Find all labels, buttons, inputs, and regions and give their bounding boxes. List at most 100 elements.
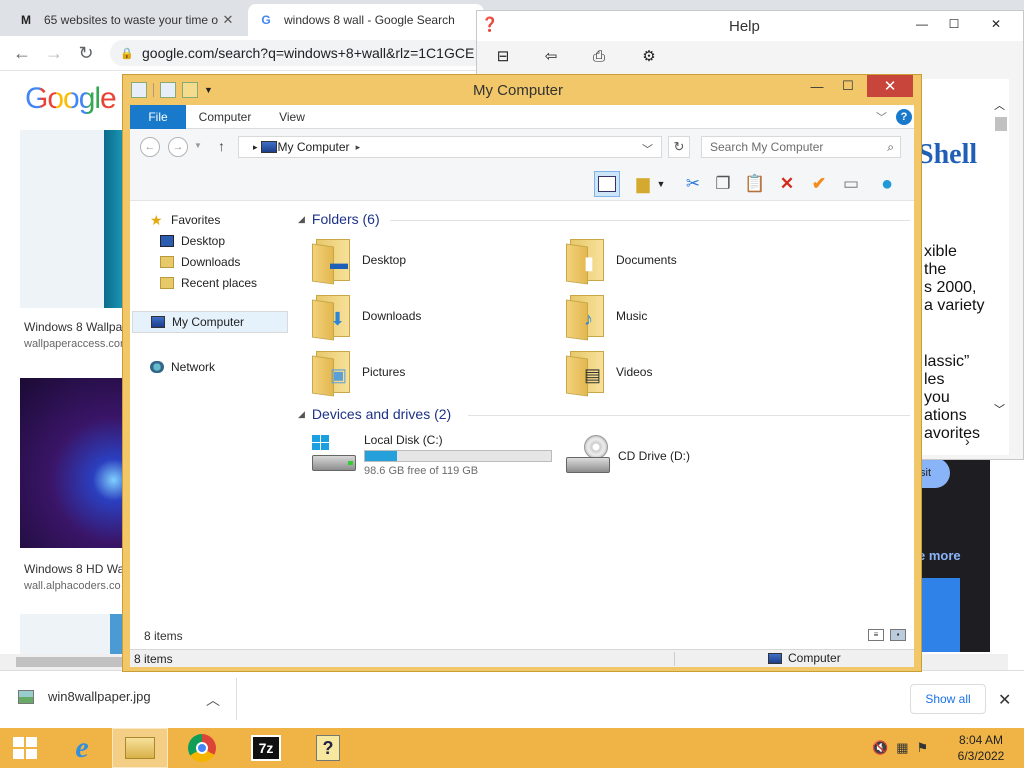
browser-tab-2[interactable]: G windows 8 wall - Google Search xyxy=(248,4,484,36)
nav-network[interactable]: Network xyxy=(150,360,215,374)
nav-favorites[interactable]: ★ Favorites xyxy=(150,213,220,227)
details-view-icon[interactable]: ≡ xyxy=(868,629,884,641)
address-bar[interactable]: 🔒 google.com/search?q=windows+8+wall&rlz… xyxy=(110,40,530,66)
collapse-icon[interactable]: ◢ xyxy=(298,409,305,420)
close-icon[interactable]: ✕ xyxy=(981,13,1011,35)
folder-videos[interactable]: ▤ Videos xyxy=(566,349,652,397)
download-item[interactable]: win8wallpaper.jpg xyxy=(18,689,151,704)
scroll-thumb[interactable] xyxy=(995,117,1007,131)
back-icon[interactable]: ← xyxy=(140,137,160,157)
properties-icon[interactable] xyxy=(160,82,176,98)
new-folder-icon[interactable] xyxy=(182,82,198,98)
start-button[interactable] xyxy=(0,728,50,768)
explorer-titlebar[interactable]: ▼ My Computer — ☐ ✕ xyxy=(123,75,921,105)
breadcrumb-arrow-icon[interactable]: ▸ xyxy=(356,142,361,153)
folder-music[interactable]: ♪ Music xyxy=(566,293,647,341)
checkmark-icon[interactable]: ✔ xyxy=(806,171,832,197)
back-arrow-icon[interactable]: ⇦ xyxy=(539,45,563,67)
close-tab-icon[interactable]: ✕ xyxy=(220,12,236,28)
taskbar-internet-explorer[interactable]: e xyxy=(54,728,110,768)
folder-pictures[interactable]: ▣ Pictures xyxy=(312,349,405,397)
drive-cd-d[interactable]: CD Drive (D:) xyxy=(564,435,690,477)
large-icons-view-icon[interactable]: ▪ xyxy=(890,629,906,641)
address-dropdown-icon[interactable]: ﹀ xyxy=(642,141,653,157)
cut-icon[interactable]: ✂ xyxy=(680,171,706,197)
tab-file[interactable]: File xyxy=(130,105,186,129)
network-icon[interactable]: ▦ xyxy=(896,740,908,756)
see-more-link[interactable]: e more xyxy=(918,548,961,563)
computer-icon[interactable] xyxy=(131,82,147,98)
recent-locations-icon[interactable]: ▼ xyxy=(194,141,202,150)
copy-icon[interactable]: ❐ xyxy=(710,171,736,197)
options-icon[interactable]: ⚙ xyxy=(637,45,661,67)
refresh-icon[interactable]: ↻ xyxy=(668,136,690,158)
folder-documents[interactable]: ▮ Documents xyxy=(566,237,677,285)
taskbar-clock[interactable]: 8:04 AM 6/3/2022 xyxy=(946,732,1016,764)
taskbar-file-explorer[interactable] xyxy=(112,728,168,768)
folders-group-header[interactable]: ◢ Folders (6) xyxy=(298,211,380,227)
scroll-right-icon[interactable]: › xyxy=(965,433,970,449)
google-logo[interactable]: Google xyxy=(25,82,117,116)
properties-folder-icon[interactable]: ▆ xyxy=(630,171,656,197)
nav-label: Recent places xyxy=(181,276,258,290)
paste-icon[interactable]: 📋 xyxy=(742,171,768,197)
taskbar: e 7z ? 🔇 ▦ ⚑ 8:04 AM 6/3/2022 xyxy=(0,728,1024,768)
folder-desktop[interactable]: ▬ Desktop xyxy=(312,237,406,285)
close-download-bar-icon[interactable]: ✕ xyxy=(998,690,1011,710)
tab-view[interactable]: View xyxy=(274,105,310,129)
expand-ribbon-icon[interactable]: ﹀ xyxy=(876,109,887,125)
show-all-button[interactable]: Show all xyxy=(910,684,986,714)
result-image[interactable] xyxy=(20,614,124,654)
hide-pane-icon[interactable]: ⊟ xyxy=(491,45,515,67)
folder-name: Documents xyxy=(616,253,677,267)
drive-local-disk-c[interactable]: Local Disk (C:) 98.6 GB free of 119 GB xyxy=(310,433,552,477)
taskbar-7zip[interactable]: 7z xyxy=(238,728,294,768)
maximize-icon[interactable]: ☐ xyxy=(939,13,969,35)
globe-icon[interactable]: ● xyxy=(874,171,900,197)
nav-my-computer[interactable]: My Computer xyxy=(132,311,288,333)
chevron-up-icon[interactable]: ︿ xyxy=(206,690,220,710)
taskbar-chrome[interactable] xyxy=(174,728,230,768)
minimize-icon[interactable]: — xyxy=(907,13,937,35)
nav-downloads[interactable]: Downloads xyxy=(160,255,240,269)
breadcrumb[interactable]: My Computer xyxy=(278,140,350,154)
taskbar-help[interactable]: ? xyxy=(300,728,356,768)
tab-computer[interactable]: Computer xyxy=(194,105,256,129)
up-arrow-icon[interactable]: ↑ xyxy=(218,138,225,154)
action-center-icon[interactable]: ⚑ xyxy=(916,740,928,756)
help-icon[interactable]: ? xyxy=(896,109,912,125)
search-input[interactable]: Search My Computer ⌕ xyxy=(701,136,901,158)
print-icon[interactable]: ⎙ xyxy=(587,45,611,67)
nav-desktop[interactable]: Desktop xyxy=(160,234,225,248)
help-scrollbar[interactable]: ︿ ﹀ xyxy=(991,79,1009,439)
delete-icon[interactable]: ✕ xyxy=(774,171,800,197)
lock-icon: 🔒 xyxy=(120,48,134,60)
customize-qat-icon[interactable]: ▼ xyxy=(204,85,213,95)
address-box[interactable]: ▸ My Computer ▸ xyxy=(238,136,662,158)
result-title[interactable]: Windows 8 Wallpa xyxy=(24,320,122,334)
close-icon[interactable]: ✕ xyxy=(867,75,913,97)
scroll-down-icon[interactable]: ﹀ xyxy=(994,401,1005,417)
result-title[interactable]: Windows 8 HD Wa xyxy=(24,562,124,576)
drive-usage-fill xyxy=(365,451,397,461)
maximize-icon[interactable]: ☐ xyxy=(833,75,863,97)
dropdown-icon[interactable]: ▼ xyxy=(654,171,668,197)
forward-icon[interactable]: → xyxy=(38,38,70,68)
reload-icon[interactable]: ↻ xyxy=(70,38,102,68)
folder-downloads[interactable]: ⬇ Downloads xyxy=(312,293,421,341)
minimize-icon[interactable]: — xyxy=(803,75,831,97)
help-titlebar[interactable]: ❓ Help — ☐ ✕ xyxy=(477,11,1023,41)
back-icon[interactable]: ← xyxy=(6,38,38,68)
forward-icon[interactable]: → xyxy=(168,137,188,157)
preview-pane-icon[interactable] xyxy=(594,171,620,197)
browser-tab-1[interactable]: M 65 websites to waste your time o ✕ xyxy=(8,4,246,36)
rename-icon[interactable]: ▭ xyxy=(838,171,864,197)
result-image[interactable] xyxy=(20,130,124,308)
collapse-icon[interactable]: ◢ xyxy=(298,214,305,225)
nav-recent-places[interactable]: Recent places xyxy=(160,276,257,290)
scroll-up-icon[interactable]: ︿ xyxy=(994,97,1005,113)
result-image[interactable] xyxy=(20,378,124,548)
volume-muted-icon[interactable]: 🔇 xyxy=(872,740,888,756)
drives-group-header[interactable]: ◢ Devices and drives (2) xyxy=(298,406,451,422)
visit-button[interactable]: sit xyxy=(918,458,950,488)
